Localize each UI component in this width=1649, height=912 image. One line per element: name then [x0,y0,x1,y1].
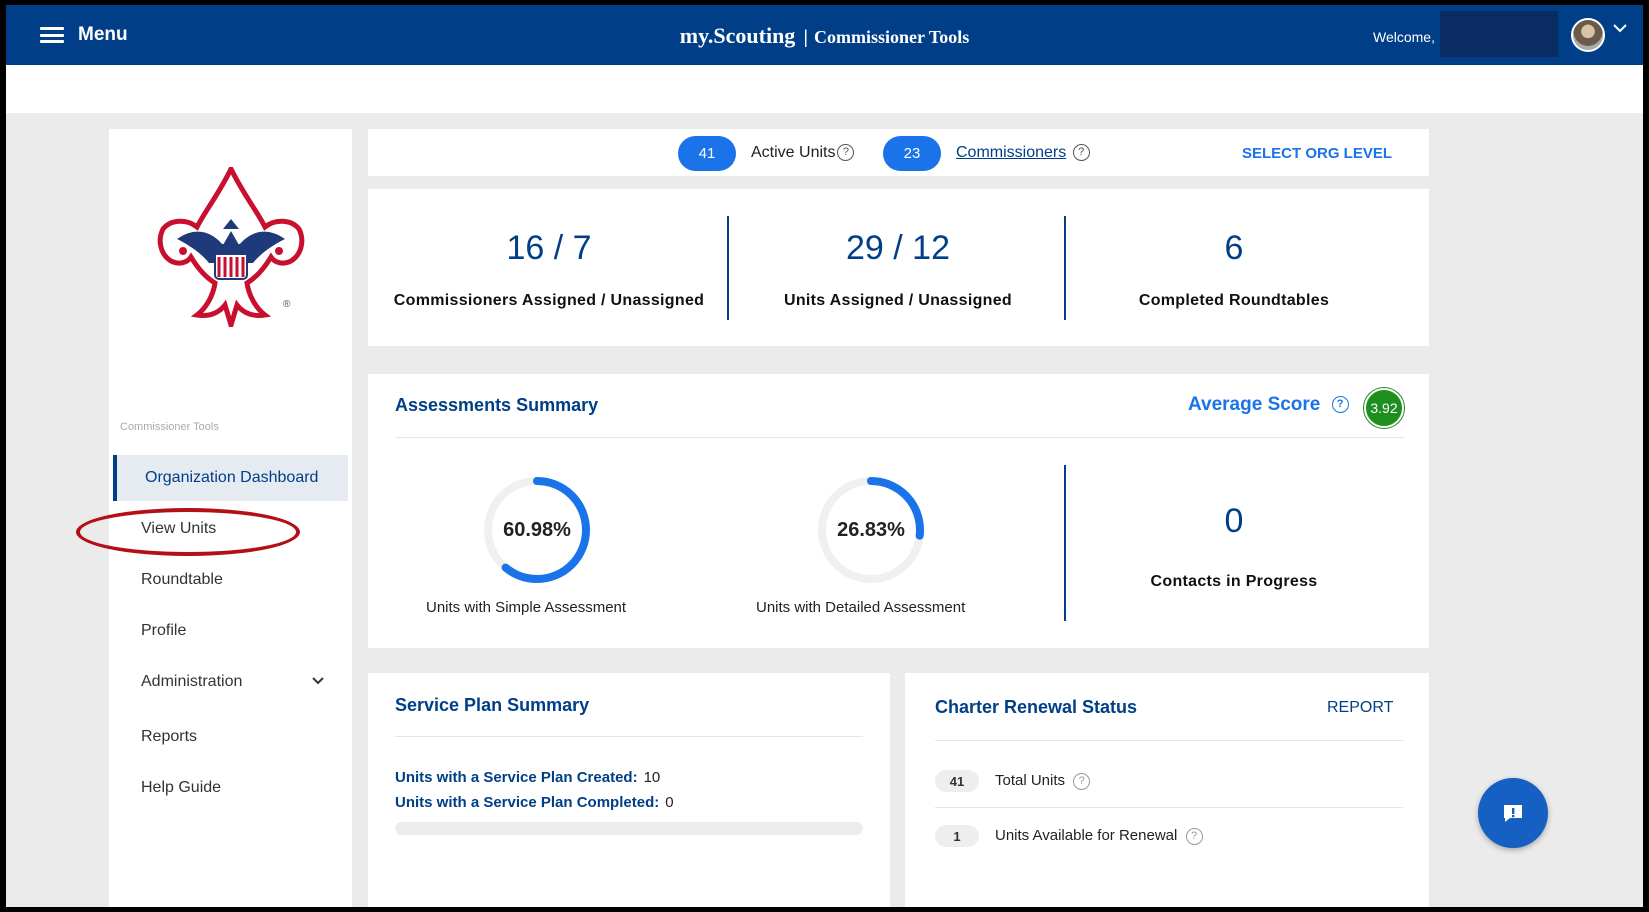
contacts-label: Contacts in Progress [1150,573,1318,590]
active-units-count-badge: 41 [678,136,736,171]
active-units-label: Active Units [751,144,836,161]
sidebar-item-reports[interactable]: Reports [113,714,348,760]
help-icon[interactable]: ? [1331,396,1349,414]
welcome-text: Welcome, [1373,29,1435,45]
sidebar-item-profile[interactable]: Profile [113,608,348,654]
help-icon[interactable]: ? [1072,144,1090,162]
sidebar-item-label: Organization Dashboard [145,469,319,486]
total-units-row: Total Units ? [995,772,1091,790]
simple-assessment-ring: 60.98% [472,465,602,595]
sidebar-item-label: Help Guide [141,779,222,796]
divider [395,437,1405,438]
renewal-units-label: Units Available for Renewal [995,827,1178,844]
service-plan-summary-card: Service Plan Summary Units with a Servic… [368,673,890,907]
sidebar-item-label: Administration [141,673,243,690]
service-plan-completed-label: Units with a Service Plan Completed: [395,794,660,811]
total-units-count: 41 [935,770,979,792]
stat-value: 29 / 12 [846,229,950,267]
ring-label: Units with Simple Assessment [426,599,627,616]
stat-label: Units Assigned / Unassigned [784,292,1012,309]
stat-commissioners: 16 / 7 Commissioners Assigned / Unassign… [368,189,730,346]
ring-percent: 26.83% [837,518,905,541]
card-title: Charter Renewal Status [935,697,1138,717]
service-plan-completed-value: 0 [665,794,674,811]
card-title: Assessments Summary [395,395,599,415]
detailed-assessment-ring: 26.83% [806,465,936,595]
chevron-down-icon[interactable] [1612,21,1628,39]
brand-subtitle: Commissioner Tools [814,27,970,47]
select-org-level-button[interactable]: SELECT ORG LEVEL [1242,145,1392,162]
stat-value: 6 [1224,229,1244,267]
user-name-redacted [1440,11,1558,57]
ring-percent: 60.98% [503,518,571,541]
charter-renewal-status-card: Charter Renewal Status REPORT 41 Total U… [905,673,1429,907]
divider [727,216,729,320]
avatar[interactable] [1571,18,1605,52]
assessments-summary-card: Assessments Summary Average Score ? 3.92… [368,374,1429,648]
divider [395,736,863,737]
card-title: Service Plan Summary [395,695,590,715]
average-score-badge: 3.92 [1364,388,1404,428]
service-plan-created-label: Units with a Service Plan Created: [395,769,638,786]
sidebar-item-organization-dashboard[interactable]: Organization Dashboard [113,455,348,501]
bsa-logo: ® [157,167,305,327]
divider [1064,465,1066,621]
service-plan-created: Units with a Service Plan Created: 10 [395,769,660,786]
sidebar-item-roundtable[interactable]: Roundtable [113,557,348,603]
unit-stats-bar: 41 Active Units? 23 Commissioners ? SELE… [368,129,1429,176]
service-plan-created-value: 10 [643,769,661,786]
average-score-label: Average Score ? [1188,394,1349,416]
brand-separator: | [803,27,808,47]
top-bar: Menu my.Scouting | Commissioner Tools Welc… [6,5,1643,65]
help-icon[interactable]: ? [837,144,855,162]
sidebar-item-administration[interactable]: Administration [113,659,348,705]
chat-icon [1504,805,1522,822]
help-icon[interactable]: ? [1185,827,1203,845]
service-plan-progress-bar [395,822,863,835]
report-button[interactable]: REPORT [1327,699,1393,717]
app-window: Menu my.Scouting | Commissioner Tools Welc… [6,5,1643,907]
total-units-label: Total Units [995,772,1066,789]
commissioners-label-wrap: Commissioners ? [956,144,1090,162]
average-score-text: Average Score [1188,394,1321,415]
brand-name: my.Scouting [679,23,796,48]
ring-label: Units with Detailed Assessment [756,599,966,616]
divider [935,740,1403,741]
contacts-value: 0 [1224,502,1244,540]
annotation-highlight-oval [76,508,300,556]
sidebar-item-label: Profile [141,622,187,639]
commissioners-count-badge: 23 [883,136,941,171]
stat-value: 16 / 7 [506,229,592,267]
assignment-stats-card: 16 / 7 Commissioners Assigned / Unassign… [368,189,1429,346]
stat-roundtables: 6 Completed Roundtables [1066,189,1402,346]
sidebar-section-label: Commissioner Tools [120,421,219,433]
chat-button[interactable] [1478,778,1548,848]
svg-text:®: ® [283,299,291,310]
help-icon[interactable]: ? [1073,772,1091,790]
renewal-units-count: 1 [935,825,979,847]
stat-label: Completed Roundtables [1138,292,1330,309]
service-plan-completed: Units with a Service Plan Completed: 0 [395,794,674,811]
sidebar-item-label: Reports [141,728,198,745]
sidebar-item-label: Roundtable [141,571,223,588]
commissioners-link[interactable]: Commissioners [956,144,1066,161]
stat-units: 29 / 12 Units Assigned / Unassigned [730,189,1066,346]
stat-label: Commissioners Assigned / Unassigned [393,292,705,309]
chevron-down-icon [312,673,324,688]
header-spacer [6,65,1643,113]
divider [935,807,1403,808]
renewal-units-row: Units Available for Renewal ? [995,827,1203,845]
sidebar-item-help-guide[interactable]: Help Guide [113,765,348,811]
active-units-label-wrap: Active Units? [751,144,855,162]
